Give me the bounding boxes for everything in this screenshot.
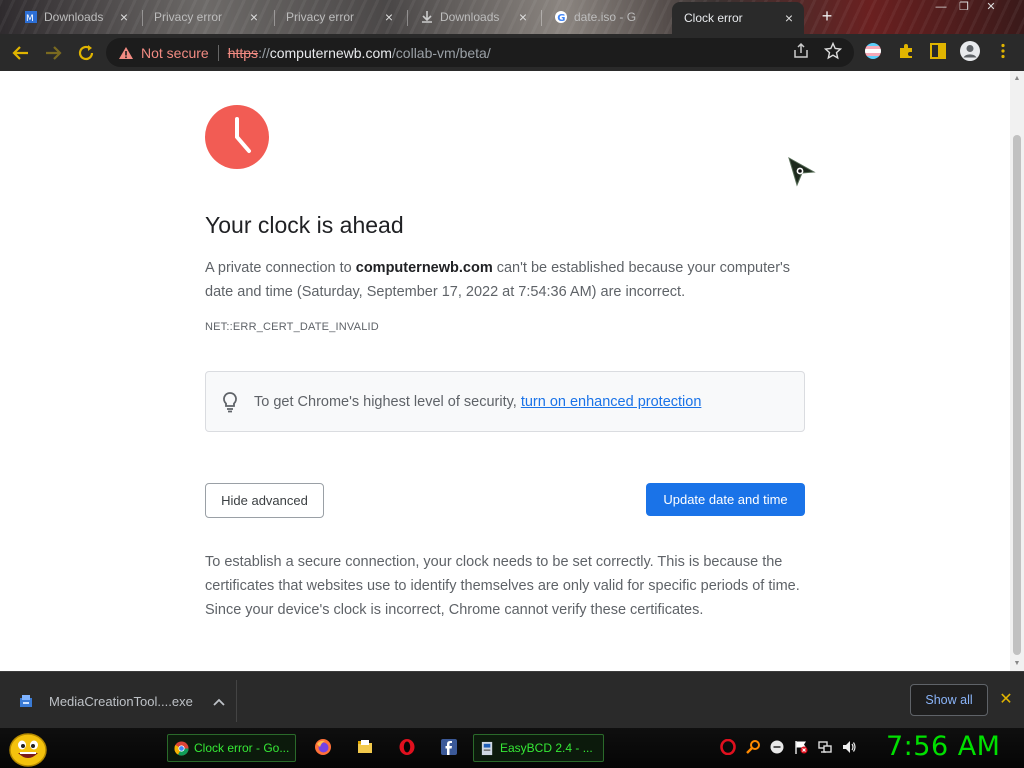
lightbulb-icon xyxy=(223,391,237,412)
chevron-up-icon[interactable] xyxy=(213,694,225,709)
reload-icon[interactable] xyxy=(75,42,97,64)
shelf-divider xyxy=(236,680,237,722)
tab-clock-error[interactable]: Clock error × xyxy=(672,2,804,34)
tab-title: Clock error xyxy=(684,11,743,25)
minimize-icon[interactable]: — xyxy=(930,0,952,16)
tab-privacy-error-2[interactable]: Privacy error × xyxy=(276,5,404,29)
tab-close-icon[interactable]: × xyxy=(247,9,261,25)
error-code[interactable]: NET::ERR_CERT_DATE_INVALID xyxy=(205,321,379,333)
taskbar-button-label: EasyBCD 2.4 - ... xyxy=(500,741,593,755)
explanation-before: A private connection to xyxy=(205,260,356,276)
tab-separator xyxy=(274,10,275,26)
tab-title: Privacy error xyxy=(154,10,223,24)
share-icon[interactable] xyxy=(792,42,810,60)
tab-separator xyxy=(407,10,408,26)
clock-icon xyxy=(205,105,269,169)
not-secure-label[interactable]: Not secure xyxy=(141,45,209,61)
enhanced-protection-link[interactable]: turn on enhanced protection xyxy=(521,394,702,410)
tab-close-icon[interactable]: × xyxy=(782,10,796,26)
vm-favicon-icon: M xyxy=(25,11,37,24)
address-bar[interactable]: Not secure https://computernewb.com/coll… xyxy=(106,38,854,67)
url-scheme-separator: :// xyxy=(258,44,270,61)
tab-close-icon[interactable]: × xyxy=(516,9,530,25)
menu-icon[interactable] xyxy=(994,42,1012,60)
firefox-icon[interactable] xyxy=(314,738,332,756)
tab-separator xyxy=(541,10,542,26)
chrome-icon xyxy=(174,740,189,756)
download-shelf: MediaCreationTool....exe Show all ✕ xyxy=(0,671,1024,728)
mouse-cursor-icon xyxy=(788,156,816,187)
forward-icon[interactable] xyxy=(42,42,64,64)
back-icon[interactable] xyxy=(10,42,32,64)
tab-close-icon[interactable]: × xyxy=(117,9,131,25)
url-host: computernewb.com xyxy=(269,44,392,61)
messenger-tray-icon[interactable] xyxy=(769,739,785,755)
easybcd-icon xyxy=(481,741,493,755)
facebook-icon[interactable] xyxy=(440,738,458,756)
close-shelf-icon[interactable]: ✕ xyxy=(998,689,1014,709)
details-text: To establish a secure connection, your c… xyxy=(205,554,800,618)
tab-title: Downloads xyxy=(44,10,104,24)
tab-separator xyxy=(142,10,143,26)
google-favicon-icon: G xyxy=(555,11,567,24)
search-tray-icon[interactable] xyxy=(745,739,761,755)
tab-google[interactable]: G date.iso - G xyxy=(544,5,666,29)
page-scrollbar[interactable]: ▲ ▼ xyxy=(1010,71,1024,671)
interstitial-page: Your clock is ahead A private connection… xyxy=(0,71,1024,671)
taskbar-clock[interactable]: 7:56 AM xyxy=(886,731,1000,762)
tab-privacy-error-1[interactable]: Privacy error × xyxy=(144,5,269,29)
folder-icon[interactable] xyxy=(356,738,374,756)
side-panel-icon[interactable] xyxy=(929,42,947,60)
download-item[interactable]: MediaCreationTool....exe xyxy=(18,686,225,716)
show-all-button[interactable]: Show all xyxy=(910,684,988,716)
close-window-icon[interactable]: ✕ xyxy=(980,0,1002,16)
svg-text:M: M xyxy=(26,14,34,24)
enhanced-protection-promo: To get Chrome's highest level of securit… xyxy=(205,371,805,432)
tab-title: Downloads xyxy=(440,10,500,24)
page-title: Your clock is ahead xyxy=(205,212,404,238)
scroll-thumb[interactable] xyxy=(1013,135,1021,655)
hide-advanced-button[interactable]: Hide advanced xyxy=(205,483,324,518)
tab-strip: M Downloads × Privacy error × Privacy er… xyxy=(0,0,1024,34)
start-button-smiley-icon[interactable] xyxy=(8,730,48,768)
star-icon[interactable] xyxy=(823,41,843,60)
network-tray-icon[interactable] xyxy=(817,739,833,755)
explanation-domain: computernewb.com xyxy=(355,260,493,276)
taskbar-easybcd-button[interactable]: EasyBCD 2.4 - ... xyxy=(473,734,604,762)
promo-text: To get Chrome's highest level of securit… xyxy=(254,393,517,410)
taskbar-button-label: Clock error - Go... xyxy=(194,741,290,755)
scroll-up-icon[interactable]: ▲ xyxy=(1013,75,1021,82)
tab-downloads-1[interactable]: M Downloads × xyxy=(14,5,139,29)
tab-title: Privacy error xyxy=(286,10,355,24)
explanation-text: A private connection to computernewb.com… xyxy=(205,256,805,304)
download-filename: MediaCreationTool....exe xyxy=(49,693,193,709)
url-path: /collab-vm/beta/ xyxy=(391,44,491,61)
tab-downloads-2[interactable]: Downloads × xyxy=(410,5,538,29)
tab-title: date.iso - G xyxy=(574,10,637,24)
taskbar-chrome-button[interactable]: Clock error - Go... xyxy=(167,734,296,762)
extensions-icon[interactable] xyxy=(897,42,915,60)
taskbar: Clock error - Go... EasyBCD 2.4 - ... 7:… xyxy=(0,728,1024,768)
action-center-flag-icon[interactable] xyxy=(793,739,809,755)
svg-text:G: G xyxy=(557,13,565,24)
new-tab-button[interactable]: + xyxy=(817,6,837,27)
opera-tray-icon[interactable] xyxy=(720,739,736,755)
update-date-time-button[interactable]: Update date and time xyxy=(646,483,805,516)
opera-icon[interactable] xyxy=(398,738,416,756)
warning-icon xyxy=(119,46,133,59)
profile-icon[interactable] xyxy=(959,40,981,62)
omnibox-divider xyxy=(217,44,219,61)
profile-flag-icon[interactable] xyxy=(864,42,882,60)
scroll-down-icon[interactable]: ▼ xyxy=(1013,660,1021,667)
url-scheme: https xyxy=(227,44,259,61)
volume-tray-icon[interactable] xyxy=(841,739,857,755)
tab-close-icon[interactable]: × xyxy=(382,9,396,25)
installer-file-icon xyxy=(20,695,32,707)
downloads-favicon-icon xyxy=(422,11,432,23)
browser-toolbar: Not secure https://computernewb.com/coll… xyxy=(0,34,1024,71)
restore-icon[interactable]: ❐ xyxy=(953,0,975,16)
